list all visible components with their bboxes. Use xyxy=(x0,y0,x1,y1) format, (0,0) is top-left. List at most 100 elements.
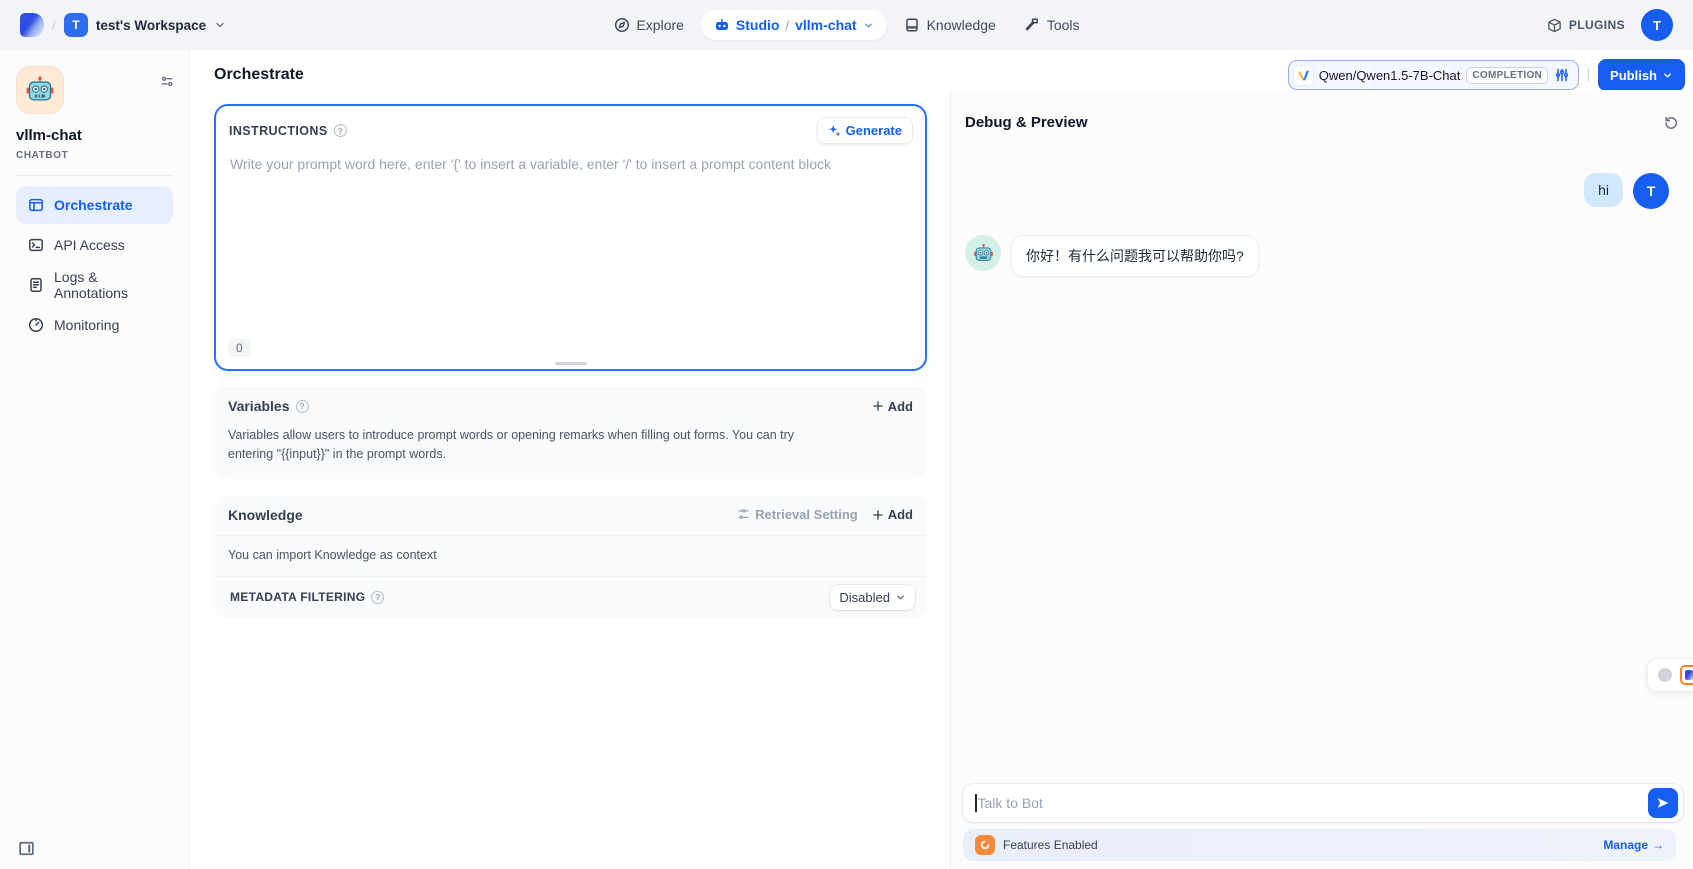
add-knowledge-button[interactable]: Add xyxy=(872,507,913,522)
sidebar-item-logs-annotations[interactable]: Logs & Annotations xyxy=(16,266,173,304)
sidebar-item-label: API Access xyxy=(54,237,125,253)
plus-icon xyxy=(872,509,884,521)
sidebar-item-api-access[interactable]: API Access xyxy=(16,226,173,264)
page-header: Orchestrate Qwen/Qwen1.5-7B-Chat COMPLET… xyxy=(190,50,1693,90)
chevron-down-icon xyxy=(214,19,226,31)
bot-message-row: 你好！有什么问题我可以帮助你吗? xyxy=(965,235,1669,277)
studio-app-name: vllm-chat xyxy=(795,17,856,33)
gauge-icon xyxy=(28,317,44,333)
sidebar: vllm-chat CHATBOT Orchestrate API Access… xyxy=(0,50,190,869)
book-icon xyxy=(904,17,920,33)
debug-header: Debug & Preview xyxy=(951,90,1693,131)
send-button[interactable] xyxy=(1648,788,1678,818)
sidebar-item-label: Monitoring xyxy=(54,317,119,333)
nav-left: / T test's Workspace xyxy=(20,13,226,37)
char-count: 0 xyxy=(228,339,251,357)
knowledge-title: Knowledge xyxy=(228,507,303,523)
chat-area: hi T xyxy=(951,131,1693,277)
nav-item-label: Knowledge xyxy=(927,17,996,33)
sidebar-item-monitoring[interactable]: Monitoring xyxy=(16,306,173,344)
variables-card: Variables ? Add Variables allow users to… xyxy=(214,386,927,479)
instructions-card: INSTRUCTIONS ? Generate Write your promp… xyxy=(214,104,927,371)
knowledge-header: Knowledge Retrieval Setting xyxy=(214,495,927,535)
page-title: Orchestrate xyxy=(214,66,304,84)
paper-plane-icon xyxy=(1656,796,1670,810)
metadata-filtering-row: METADATA FILTERING ? Disabled xyxy=(214,576,927,618)
model-bar: Qwen/Qwen1.5-7B-Chat COMPLETION Publish xyxy=(1288,59,1685,91)
generate-label: Generate xyxy=(846,123,902,138)
hammer-icon xyxy=(1024,17,1040,33)
manage-features-link[interactable]: Manage → xyxy=(1603,838,1664,852)
chat-input xyxy=(963,784,1683,822)
metadata-filtering-value: Disabled xyxy=(839,590,890,605)
plugins-button[interactable]: PLUGINS xyxy=(1547,18,1625,33)
add-label: Add xyxy=(888,507,913,522)
add-label: Add xyxy=(888,399,913,414)
sidebar-divider xyxy=(16,175,173,176)
nav-right: PLUGINS T xyxy=(1547,9,1673,41)
vllm-logo-icon xyxy=(1294,66,1313,85)
workspace-name: test's Workspace xyxy=(96,18,206,33)
help-icon[interactable]: ? xyxy=(371,591,384,604)
user-avatar[interactable]: T xyxy=(1641,9,1673,41)
model-name: Qwen/Qwen1.5-7B-Chat xyxy=(1319,68,1461,83)
sidebar-item-label: Logs & Annotations xyxy=(54,269,161,301)
restart-conversation-button[interactable] xyxy=(1663,115,1679,131)
config-panel: INSTRUCTIONS ? Generate Write your promp… xyxy=(190,90,950,869)
talk-to-bot-input[interactable] xyxy=(978,795,1640,811)
generate-button[interactable]: Generate xyxy=(817,117,913,144)
chevron-down-icon xyxy=(863,20,874,31)
plus-icon xyxy=(872,400,884,412)
sidebar-item-orchestrate[interactable]: Orchestrate xyxy=(16,186,173,224)
nav-item-tools[interactable]: Tools xyxy=(1013,10,1091,40)
studio-label: Studio xyxy=(736,17,780,33)
app-settings-button[interactable] xyxy=(160,74,175,89)
model-params-icon[interactable] xyxy=(1554,67,1570,83)
nav-item-explore[interactable]: Explore xyxy=(602,10,694,40)
work-area: Orchestrate Qwen/Qwen1.5-7B-Chat COMPLET… xyxy=(190,50,1693,869)
features-icon xyxy=(975,835,995,855)
retrieval-setting-label: Retrieval Setting xyxy=(755,507,858,522)
knowledge-description: You can import Knowledge as context xyxy=(214,535,927,576)
help-icon[interactable]: ? xyxy=(334,124,347,137)
chevron-down-icon xyxy=(895,592,906,603)
debug-panel: Debug & Preview hi T xyxy=(950,90,1693,869)
nav-item-knowledge[interactable]: Knowledge xyxy=(893,10,1007,40)
bot-message-bubble: 你好！有什么问题我可以帮助你吗? xyxy=(1011,235,1259,277)
debug-title: Debug & Preview xyxy=(965,114,1088,131)
resize-handle[interactable] xyxy=(555,362,587,365)
variables-description: Variables allow users to introduce promp… xyxy=(214,426,854,479)
metadata-filtering-dropdown[interactable]: Disabled xyxy=(830,585,915,610)
window-icon xyxy=(28,197,44,213)
retrieval-icon xyxy=(737,508,750,521)
studio-separator: / xyxy=(785,18,789,33)
add-variable-button[interactable]: Add xyxy=(872,399,913,414)
workspace-switcher[interactable]: T test's Workspace xyxy=(64,13,226,37)
terminal-icon xyxy=(28,237,44,253)
arrow-right-icon: → xyxy=(1652,838,1664,852)
model-selector[interactable]: Qwen/Qwen1.5-7B-Chat COMPLETION xyxy=(1288,60,1579,90)
dify-logo[interactable] xyxy=(20,13,44,37)
manage-label: Manage xyxy=(1603,838,1648,852)
nav-item-studio[interactable]: Studio / vllm-chat xyxy=(701,10,887,40)
prompt-editor[interactable]: Write your prompt word here, enter '{' t… xyxy=(216,153,925,323)
user-message-row: hi T xyxy=(965,173,1669,209)
app-frame: vllm-chat CHATBOT Orchestrate API Access… xyxy=(0,50,1693,869)
collapse-sidebar-button[interactable] xyxy=(18,840,35,857)
chevron-down-icon xyxy=(1662,70,1673,81)
app-icon[interactable] xyxy=(16,66,64,114)
nav-item-label: Explore xyxy=(636,17,683,33)
publish-button[interactable]: Publish xyxy=(1598,59,1685,91)
nav-item-label: Tools xyxy=(1047,17,1080,33)
package-icon xyxy=(1547,18,1562,33)
app-type-label: CHATBOT xyxy=(16,150,181,161)
user-message-bubble: hi xyxy=(1584,173,1623,207)
model-mode-badge: COMPLETION xyxy=(1466,67,1548,84)
app-name: vllm-chat xyxy=(16,127,181,144)
text-cursor xyxy=(975,794,977,812)
knowledge-card: Knowledge Retrieval Setting xyxy=(214,495,927,618)
floating-widget[interactable] xyxy=(1647,658,1693,692)
help-icon[interactable]: ? xyxy=(296,400,309,413)
plugins-label: PLUGINS xyxy=(1569,18,1625,32)
retrieval-setting-button[interactable]: Retrieval Setting xyxy=(737,507,858,522)
